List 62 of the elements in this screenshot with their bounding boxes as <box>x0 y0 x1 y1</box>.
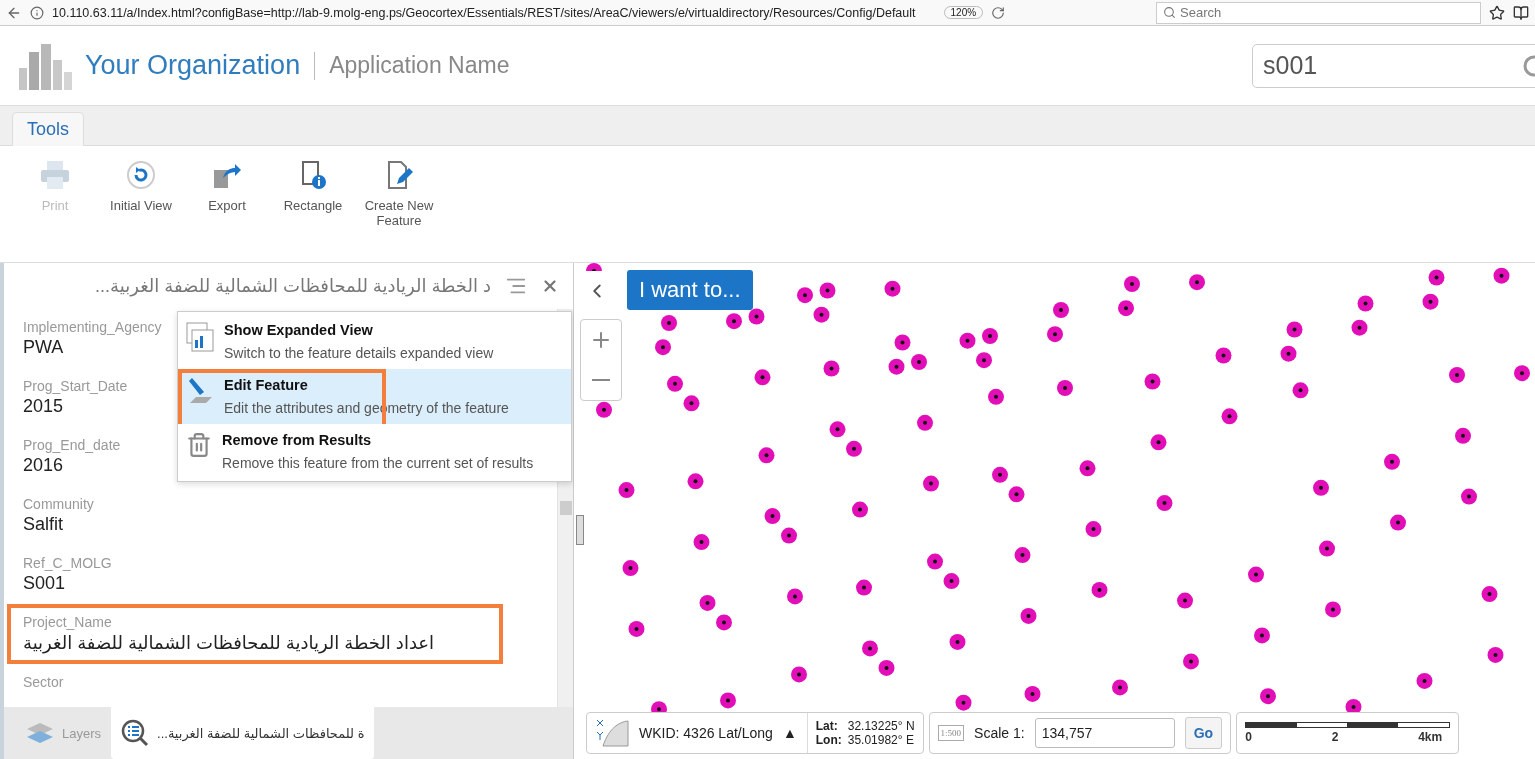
attribute-label: Sector <box>23 674 64 690</box>
tool-button[interactable]: Initial View <box>100 156 182 217</box>
attribute-value: Salfit <box>23 514 64 535</box>
scale-bar-label: 0 <box>1245 730 1252 744</box>
menu-item-description: Remove this feature from the current set of results <box>222 455 534 471</box>
grid-axes-icon <box>595 718 629 748</box>
menu-item-title: Remove from Results <box>222 432 373 448</box>
i-want-to-button[interactable]: I want to... <box>627 270 753 310</box>
dropdown-arrow[interactable]: ▲ <box>782 725 797 741</box>
scale-bar-label: 2 <box>1331 730 1339 744</box>
attribute-label: Prog_End_date <box>23 437 121 453</box>
coordinate-value: 35.01982° E <box>847 733 915 747</box>
minus-icon <box>592 379 610 381</box>
menu-item-description: Switch to the feature details expanded view <box>224 345 494 361</box>
layers-icon <box>26 722 54 744</box>
scale-icon[interactable]: 1:500 <box>937 725 965 741</box>
coordinate-label: Lon: <box>815 733 842 747</box>
refresh-circle-icon <box>125 160 157 190</box>
panel-tab[interactable]: ...ة للمحافظات الشمالية للضفة الغربية <box>111 707 375 759</box>
app-search-field[interactable]: s001 <box>1252 43 1535 88</box>
panel-title: ...د الخطة الريادية للمحافظات الشمالية للضفة الغربية <box>95 275 491 297</box>
tool-button[interactable]: Rectangle <box>272 156 354 217</box>
url-text[interactable]: 10.110.63.11/a/Index.html?configBase=http://lab-9.molg-eng.ps/Geocortex/Essentials/REST/sites/AreaC/viewers/e/virtualdirectory/Resources/Config/Default <box>52 5 916 20</box>
info-icon[interactable] <box>30 5 44 20</box>
trash-icon <box>186 432 212 458</box>
application-name: Application Name <box>329 52 510 79</box>
scale-label: Scale 1: <box>974 725 1025 741</box>
menu-item[interactable]: Remove from Results Remove this feature from the current set of results <box>178 424 571 479</box>
attribute-label: Community <box>23 496 94 512</box>
attribute-value: 2016 <box>23 455 64 476</box>
attribute-label: Prog_Start_Date <box>23 378 128 394</box>
reload-icon[interactable] <box>991 5 1006 20</box>
search-list-icon <box>121 719 150 747</box>
attribute-label: Project_Name <box>23 614 112 630</box>
attribute-value: 2015 <box>23 396 64 417</box>
star-icon[interactable] <box>1489 4 1505 21</box>
reader-icon[interactable] <box>1513 4 1529 21</box>
coordinate-value: 32.13225° N <box>847 719 915 733</box>
browser-search-field[interactable]: Search <box>1156 1 1481 24</box>
attribute-label: Implementing_Agency <box>23 319 162 335</box>
attribute-value: اعداد الخطة الريادية للمحافظات الشمالية للضفة الغربية <box>23 632 435 654</box>
attribute-value: S001 <box>23 573 66 594</box>
search-placeholder: Search <box>1180 5 1222 20</box>
attribute-label: Ref_C_MOLG <box>23 555 112 571</box>
scale-bar-label: 4km <box>1418 730 1443 744</box>
wkid-text[interactable]: WKID: 4326 Lat/Long <box>639 725 773 741</box>
menu-item-title: Show Expanded View <box>224 322 374 338</box>
menu-item[interactable]: Show Expanded View Switch to the feature details expanded view <box>178 314 571 369</box>
menu-item-title: Edit Feature <box>224 377 309 393</box>
search-icon <box>1163 6 1176 19</box>
organization-name: Your Organization <box>85 50 301 81</box>
tool-button[interactable]: Export <box>186 156 268 217</box>
expanded-view-icon <box>186 322 214 352</box>
scale-input[interactable]: 134,757 <box>1034 718 1175 748</box>
attribute-value: PWA <box>23 337 64 358</box>
splitter-handle[interactable] <box>576 515 584 545</box>
ribbon-tab[interactable]: Tools <box>12 112 85 146</box>
coordinate-label: Lat: <box>815 719 839 733</box>
printer-icon <box>39 160 71 190</box>
tool-button[interactable]: Create New Feature <box>358 156 440 232</box>
close-icon[interactable] <box>541 277 559 295</box>
go-button[interactable]: Go <box>1184 717 1223 749</box>
